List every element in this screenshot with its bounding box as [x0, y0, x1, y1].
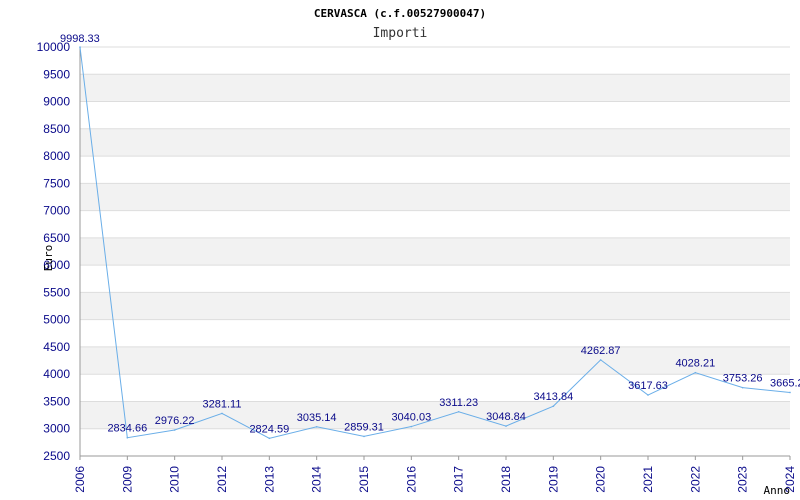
x-tick-label: 2006 [73, 466, 87, 493]
data-label: 3753.26 [723, 373, 763, 385]
data-point [741, 386, 744, 389]
data-point [79, 46, 81, 48]
data-point [599, 359, 602, 361]
data-label: 3281.11 [203, 398, 242, 410]
x-tick-label: 2021 [641, 466, 655, 493]
data-label: 3617.63 [628, 380, 668, 392]
x-tick-label: 2018 [499, 466, 513, 493]
grid-band [80, 292, 790, 320]
x-tick-label: 2014 [310, 466, 324, 493]
grid-band [80, 183, 790, 211]
y-tick-label: 8500 [43, 122, 70, 136]
data-label: 4028.21 [675, 358, 715, 370]
data-point [647, 394, 649, 396]
y-tick-label: 7500 [43, 176, 70, 190]
y-tick-label: 9500 [43, 67, 70, 81]
chart-root: 2500 3000 3500 4000 4500 5000 5500 6000 6500 7000… [0, 0, 800, 500]
y-tick-label: 8000 [43, 149, 70, 163]
y-tick-label: 2500 [43, 449, 70, 463]
data-label: 2824.59 [249, 423, 289, 435]
x-tick-label: 2017 [452, 466, 466, 493]
data-label: 2976.22 [155, 415, 195, 427]
grid-bands [80, 74, 790, 429]
data-point [315, 426, 318, 428]
data-point [552, 405, 555, 407]
x-tick-label: 2009 [120, 466, 134, 493]
x-axis-label: Anno [764, 484, 791, 497]
y-tick-label: 4500 [43, 340, 70, 354]
data-point [505, 425, 507, 427]
x-tick-label: 2016 [404, 466, 418, 493]
data-point [221, 412, 223, 415]
chart-subtitle: Importi [373, 26, 428, 41]
x-tick-label: 2013 [262, 466, 276, 493]
y-tick-label: 5000 [43, 313, 70, 327]
data-label: 3035.14 [297, 412, 337, 424]
data-point [363, 435, 365, 438]
data-label: 2859.31 [344, 421, 384, 433]
x-tick-label: 2019 [546, 466, 560, 493]
x-tick-label: 2020 [594, 466, 608, 493]
data-label: 3413.84 [533, 391, 573, 403]
data-label: 9998.33 [60, 33, 100, 45]
y-tick-label: 7000 [43, 204, 70, 218]
data-label: 3040.03 [391, 412, 431, 424]
line-chart: 2500300035004000450050005500600065007000… [37, 7, 800, 497]
data-label: 3665.2 [770, 377, 800, 389]
data-point [268, 437, 271, 440]
grid-band [80, 74, 790, 102]
y-tick-label: 5500 [43, 285, 70, 299]
y-tick-label: 3500 [43, 394, 70, 408]
y-tick-label: 4000 [43, 367, 70, 381]
y-axis-label: Euro [42, 245, 55, 272]
data-point [457, 410, 460, 413]
data-point [173, 429, 176, 431]
data-label: 2834.66 [107, 423, 147, 435]
data-label: 3311.23 [439, 397, 478, 409]
data-point [410, 425, 413, 428]
x-tick-label: 2010 [168, 466, 182, 493]
chart-title: CERVASCA (c.f.00527900047) [314, 7, 486, 20]
x-tick-label: 2022 [688, 466, 702, 493]
data-point [126, 436, 129, 439]
grid-band [80, 128, 790, 157]
data-label: 3048.84 [486, 411, 526, 423]
x-tick-label: 2023 [736, 466, 750, 493]
x-tick-label: 2015 [357, 466, 371, 493]
data-point [789, 391, 791, 394]
x-ticks: 2006 2009 2010 2012 2013 2014 2015 2016 2017 2018… [73, 456, 797, 493]
data-point [694, 371, 697, 374]
y-tick-label: 3000 [43, 422, 70, 436]
data-label: 4262.87 [581, 345, 621, 357]
x-tick-label: 2012 [215, 466, 229, 493]
grid-band [80, 237, 790, 266]
y-tick-label: 9000 [43, 95, 70, 109]
y-tick-label: 6500 [43, 231, 70, 245]
